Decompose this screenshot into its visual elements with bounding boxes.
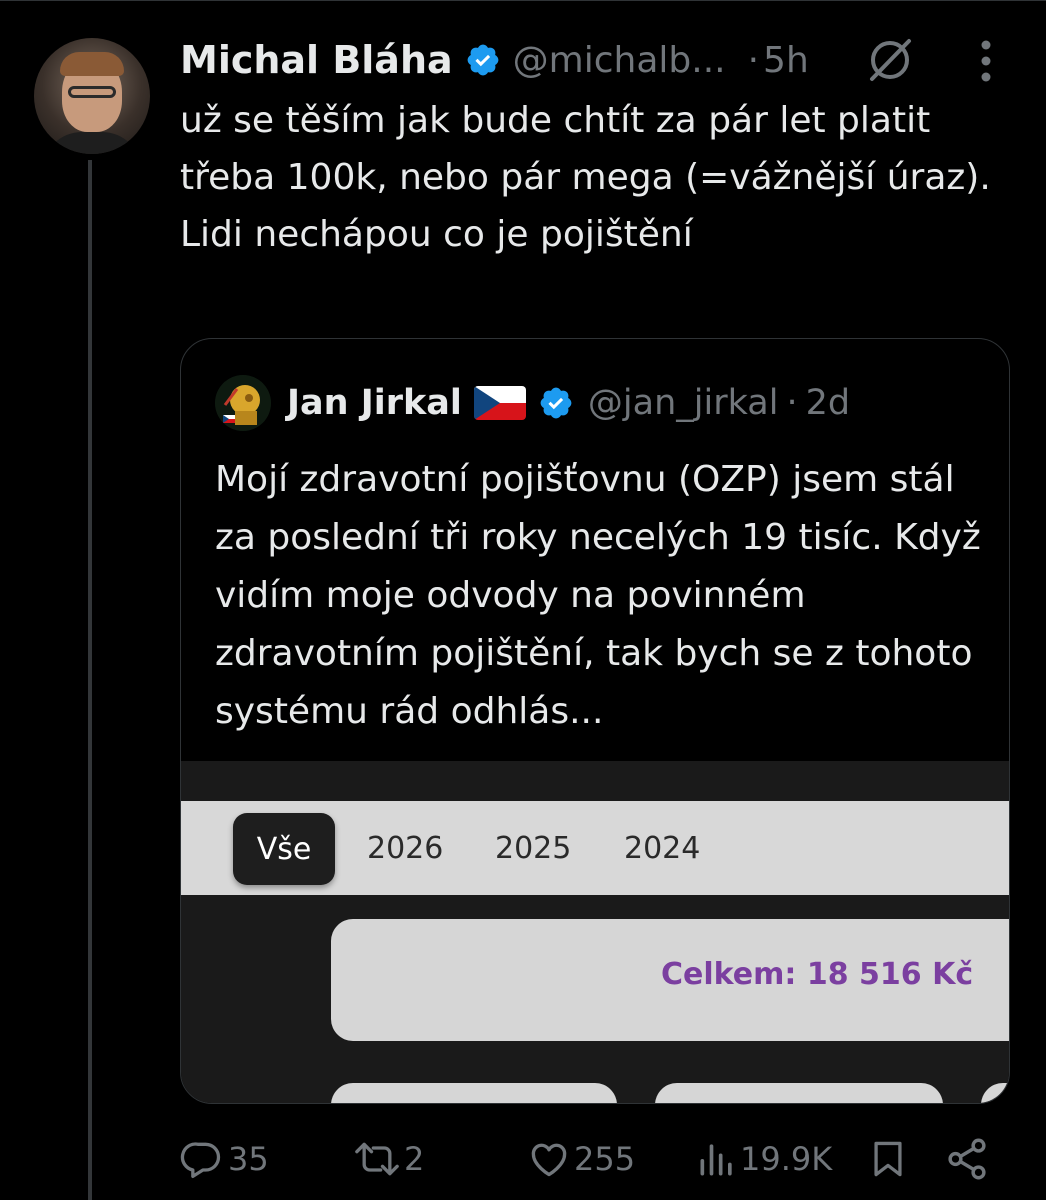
author-avatar[interactable] <box>34 38 150 154</box>
share-button[interactable] <box>944 1134 990 1184</box>
quoted-tweet[interactable]: Jan Jirkal @jan_jirkal · 2d Mojí zdravot… <box>180 338 1010 1104</box>
czech-flag-icon <box>473 386 526 420</box>
summary-card <box>655 1083 943 1103</box>
verified-badge-icon <box>465 42 501 78</box>
top-divider <box>0 0 1046 1</box>
share-icon <box>948 1138 986 1180</box>
quoted-author-handle[interactable]: @jan_jirkal <box>588 383 779 423</box>
total-card: Celkem: 18 516 Kč <box>331 919 1009 1041</box>
verified-badge-icon <box>538 385 574 421</box>
tweet-text-paragraph: Lidi nechápou co je pojištění <box>180 214 693 255</box>
more-icon[interactable] <box>966 36 1006 86</box>
quoted-author-name[interactable]: Jan Jirkal <box>287 383 462 423</box>
repost-count: 2 <box>404 1140 425 1178</box>
quoted-author-avatar[interactable] <box>215 375 271 431</box>
like-button[interactable]: 255 <box>526 1134 635 1184</box>
quoted-tweet-header: Jan Jirkal @jan_jirkal · 2d <box>215 375 851 431</box>
views-count: 19.9K <box>740 1140 833 1178</box>
views-button[interactable]: 19.9K <box>694 1134 832 1184</box>
author-handle[interactable]: @michalb... <box>513 40 726 81</box>
year-tab-bar: Vše 2026 2025 2024 <box>181 801 1009 895</box>
summary-card <box>981 1083 1009 1103</box>
like-icon <box>531 1143 567 1177</box>
tab-all: Vše <box>233 813 335 885</box>
like-count: 255 <box>574 1140 636 1178</box>
separator-dot: · <box>747 39 760 81</box>
quoted-media-image[interactable]: Vše 2026 2025 2024 Celkem: 18 516 Kč <box>181 761 1009 1103</box>
tab-2026: 2026 <box>367 830 444 866</box>
repost-button[interactable]: 2 <box>352 1134 424 1184</box>
tab-2024: 2024 <box>624 830 701 866</box>
separator-dot: · <box>786 383 798 423</box>
reply-count: 35 <box>228 1140 269 1178</box>
tweet-time[interactable]: 5h <box>763 40 809 81</box>
tweet-header: Michal Bláha @michalb... · 5h <box>180 32 809 88</box>
thread-line <box>88 160 92 1200</box>
reply-button[interactable]: 35 <box>180 1134 269 1184</box>
total-amount: Celkem: 18 516 Kč <box>661 957 974 992</box>
bookmark-icon <box>874 1141 902 1177</box>
author-name[interactable]: Michal Bláha <box>180 38 453 82</box>
quoted-tweet-time: 2d <box>805 383 851 423</box>
summary-card <box>331 1083 617 1103</box>
tweet-actions: 35 2 255 19.9K <box>180 1134 1010 1184</box>
tab-2025: 2025 <box>495 830 572 866</box>
repost-icon <box>355 1142 399 1176</box>
tweet-text: už se těším jak bude chtít za pár let pl… <box>180 92 1010 263</box>
views-icon <box>700 1144 732 1176</box>
grok-icon[interactable] <box>862 32 918 88</box>
reply-icon <box>180 1142 221 1179</box>
bookmark-button[interactable] <box>866 1134 910 1184</box>
tweet-text-paragraph: už se těším jak bude chtít za pár let pl… <box>180 100 991 198</box>
quoted-tweet-text: Mojí zdravotní pojišťovnu (OZP) jsem stá… <box>215 459 981 732</box>
